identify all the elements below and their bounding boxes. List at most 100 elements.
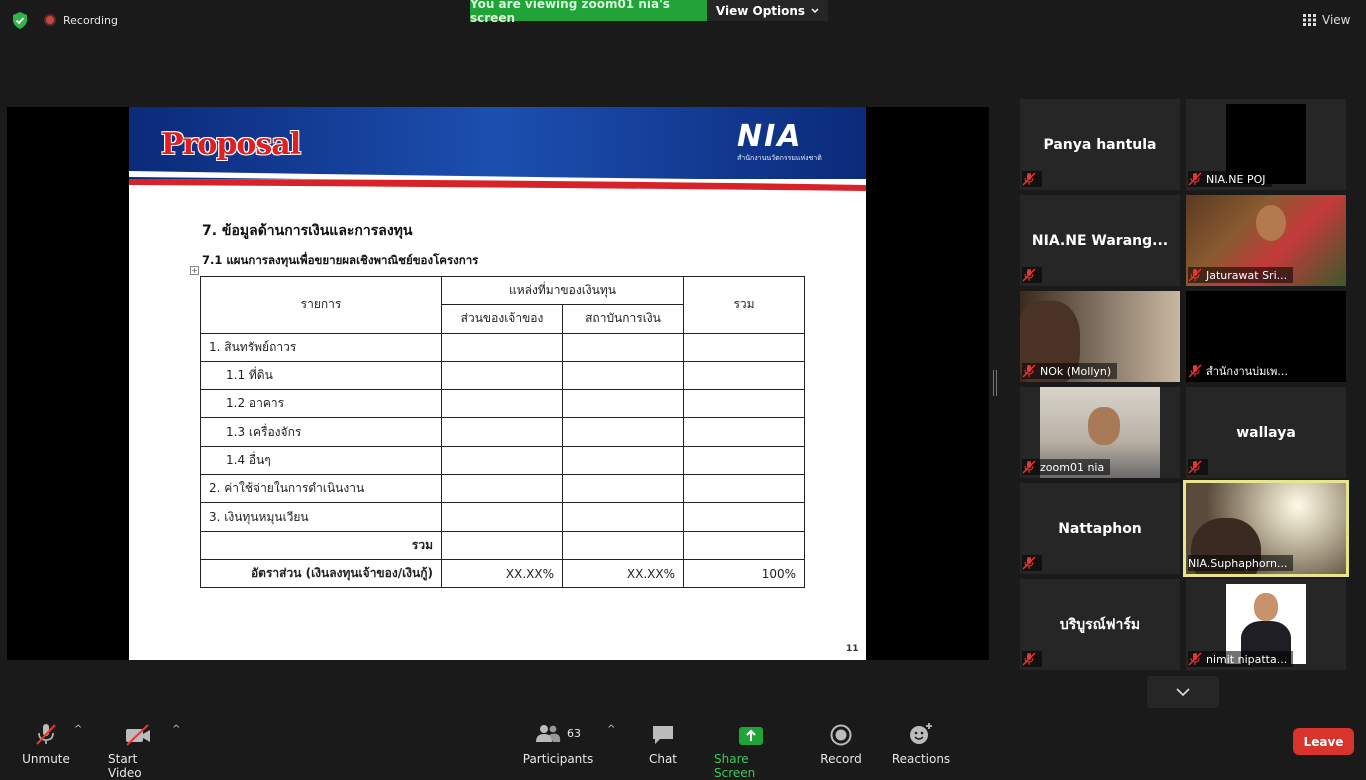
row-label: 1.2 อาคาร (200, 389, 442, 419)
participant-tile[interactable]: NIA.NE POJ (1186, 99, 1346, 190)
total-label: รวม (200, 530, 442, 560)
participant-name: NOk (Mollyn) (1040, 364, 1112, 378)
participant-tile[interactable]: Panya hantula (1020, 99, 1180, 190)
video-options-caret[interactable]: ^ (172, 724, 180, 735)
table-row: 1.2 อาคาร (200, 389, 805, 419)
table-row: 2. ค่าใช้จ่ายในการดำเนินงาน (200, 474, 805, 504)
slide-title: Proposal (161, 127, 301, 162)
chevron-down-icon (811, 7, 819, 13)
participant-label: NIA.NE POJ (1188, 171, 1272, 187)
subsection-heading: 7.1 แผนการลงทุนเพื่อขยายผลเชิงพาณิชย์ของ… (202, 253, 479, 267)
participant-tile[interactable]: สำนักงานบ่มเพ... (1186, 291, 1346, 382)
presentation-slide: Proposal NIA สำนักงานนวัตกรรมแห่งชาติ 7.… (129, 107, 866, 660)
participant-name: nimit nipatta... (1206, 652, 1288, 666)
video-off-icon (126, 724, 150, 746)
participant-label (1022, 651, 1042, 667)
participant-tile[interactable]: zoom01 nia (1020, 387, 1180, 478)
reactions-emoji-icon (910, 723, 932, 744)
start-video-button[interactable]: Start Video (108, 720, 168, 780)
unmute-label: Unmute (22, 752, 70, 766)
split-resize-handle[interactable] (993, 370, 997, 396)
participant-name: NIA.NE POJ (1206, 172, 1266, 186)
header-total: รวม (683, 276, 805, 334)
share-screen-button[interactable]: Share Screen (714, 720, 788, 780)
recording-indicator[interactable]: Recording (44, 13, 118, 27)
row-label: 3. เงินทุนหมุนเวียน (200, 502, 442, 532)
ratio-finance: XX.XX% (562, 558, 684, 589)
row-label: 1.3 เครื่องจักร (200, 417, 442, 447)
chevron-down-icon (1176, 688, 1190, 696)
share-screen-label: Share Screen (714, 752, 756, 780)
participant-tile-active-speaker[interactable]: NIA.Suphaphorn... (1183, 480, 1349, 577)
participant-tile[interactable]: Jaturawat Sri... (1186, 195, 1346, 286)
participants-count: 63 (567, 726, 581, 740)
table-row: 1.1 ที่ดิน (200, 360, 805, 391)
muted-mic-icon (1022, 652, 1036, 666)
participant-label (1022, 267, 1042, 283)
participant-tile[interactable]: Nattaphon (1020, 483, 1180, 574)
participant-label (1022, 555, 1042, 571)
participant-name: Jaturawat Sri... (1206, 268, 1288, 282)
chat-button[interactable]: Chat (646, 720, 680, 766)
participant-name: wallaya (1236, 424, 1296, 441)
view-options-button[interactable]: View Options (707, 0, 828, 21)
participant-tile[interactable]: nimit nipatta... (1186, 579, 1346, 670)
nia-logo-subtitle: สำนักงานนวัตกรรมแห่งชาติ (737, 154, 822, 162)
table-row: 3. เงินทุนหมุนเวียน (200, 502, 805, 532)
participants-label: Participants (522, 752, 594, 766)
muted-mic-icon (1022, 460, 1036, 474)
participant-label: nimit nipatta... (1188, 651, 1294, 667)
participant-label: zoom01 nia (1022, 459, 1111, 475)
header-financial-institution: สถาบันการเงิน (562, 304, 684, 334)
ratio-owner: XX.XX% (441, 558, 563, 589)
unmute-button[interactable]: Unmute (22, 720, 70, 766)
reactions-label: Reactions (891, 752, 951, 766)
audio-options-caret[interactable]: ^ (74, 724, 82, 735)
header-owner: ส่วนของเจ้าของ (441, 304, 563, 334)
table-row: 1.3 เครื่องจักร (200, 417, 805, 447)
leave-meeting-button[interactable]: Leave (1293, 728, 1354, 755)
participants-button[interactable]: 63 Participants (523, 720, 593, 766)
gallery-next-page-button[interactable] (1147, 676, 1219, 708)
row-label: 1.1 ที่ดิน (200, 360, 442, 391)
muted-mic-icon (1188, 364, 1202, 378)
participant-name: บริบูรณ์ฟาร์ม (1059, 616, 1141, 633)
table-move-handle-icon: + (190, 266, 199, 275)
view-layout-button[interactable]: View (1303, 10, 1350, 30)
view-options-label: View Options (715, 3, 806, 18)
investment-plan-table: รายการ แหล่งที่มาของเงินทุน รวม ส่วนของเ… (200, 275, 805, 589)
muted-mic-icon (1188, 652, 1202, 666)
video-feed (1256, 205, 1286, 241)
ratio-label: อัตราส่วน (เงินลงทุนเจ้าของ/เงินกู้) (200, 558, 442, 589)
grid-view-icon (1303, 14, 1316, 26)
nia-logo: NIA (737, 119, 803, 154)
video-feed-face (1088, 407, 1120, 445)
participant-label (1022, 171, 1042, 187)
section-heading: 7. ข้อมูลด้านการเงินและการลงทุน (202, 223, 413, 239)
muted-mic-icon (1188, 172, 1202, 186)
video-feed-face (1254, 593, 1278, 621)
participant-tile[interactable]: บริบูรณ์ฟาร์ม (1020, 579, 1180, 670)
muted-mic-icon (1022, 268, 1036, 282)
participant-name: สำนักงานบ่มเพ... (1206, 365, 1288, 378)
chat-label: Chat (648, 752, 678, 766)
header-item: รายการ (200, 276, 442, 334)
participant-label: สำนักงานบ่มเพ... (1188, 363, 1294, 379)
security-shield-icon[interactable] (12, 12, 28, 29)
participants-options-caret[interactable]: ^ (607, 724, 615, 735)
chat-icon (653, 726, 673, 744)
participant-label: NIA.Suphaphorn... (1188, 555, 1294, 571)
participant-label: NOk (Mollyn) (1022, 363, 1118, 379)
participant-name: zoom01 nia (1040, 460, 1105, 474)
record-button[interactable]: Record (820, 720, 862, 766)
start-video-label: Start Video (108, 752, 142, 780)
ratio-total: 100% (683, 558, 805, 589)
participant-label: Jaturawat Sri... (1188, 267, 1294, 283)
participant-tile[interactable]: wallaya (1186, 387, 1346, 478)
participant-name: Nattaphon (1058, 520, 1142, 537)
reactions-button[interactable]: Reactions (891, 720, 951, 766)
participant-tile[interactable]: NIA.NE Warang... (1020, 195, 1180, 286)
participant-tile[interactable]: NOk (Mollyn) (1020, 291, 1180, 382)
record-dot-icon (44, 14, 56, 26)
muted-mic-icon (1188, 268, 1202, 282)
